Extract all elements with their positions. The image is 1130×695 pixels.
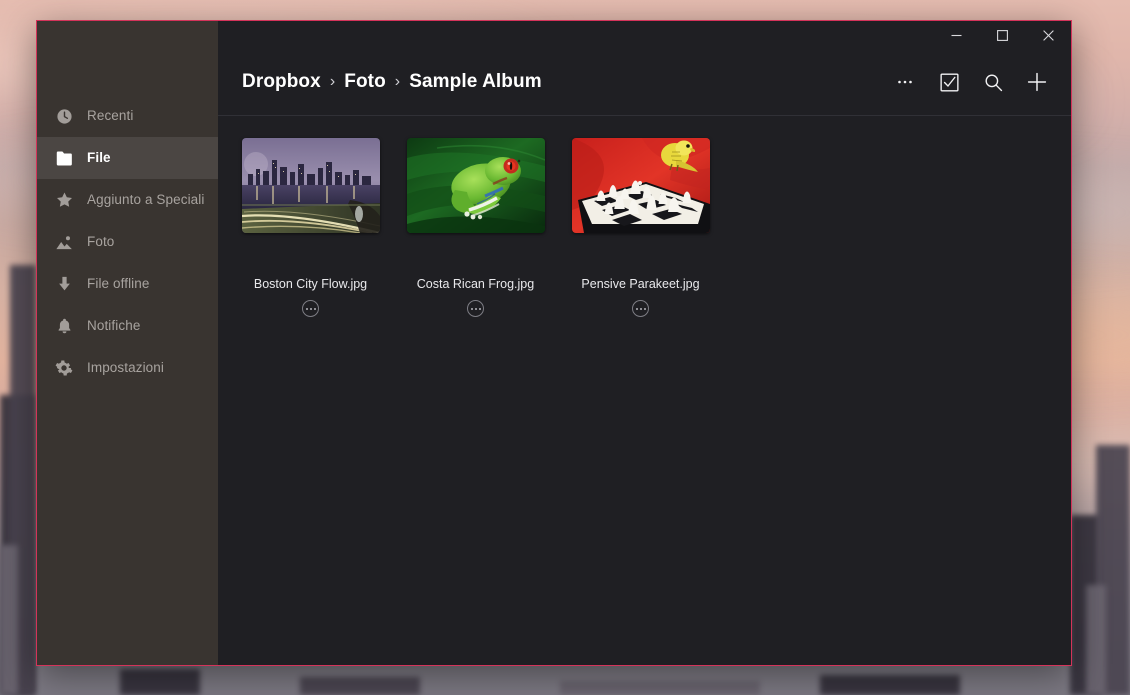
content-area: Dropbox › Foto › Sample Album Boston Cit… [218,21,1071,665]
sidebar-item-aggiunto-a-speciali[interactable]: Aggiunto a Speciali [37,179,218,221]
folder-icon [52,150,76,167]
search-button[interactable] [971,60,1015,104]
sidebar-item-label: Notifiche [87,318,141,334]
maximize-button[interactable] [979,21,1025,49]
title-bar [218,21,1071,49]
sidebar-item-recenti[interactable]: Recenti [37,95,218,137]
file-more-options-icon[interactable] [632,300,649,317]
wallpaper-building [10,265,36,695]
file-more-options-icon[interactable] [302,300,319,317]
sidebar-item-impostazioni[interactable]: Impostazioni [37,347,218,389]
wallpaper-building [0,545,18,695]
ellipsis-icon [898,80,912,84]
wallpaper-building [0,395,34,695]
clock-icon [52,108,76,125]
star-icon [52,191,76,209]
file-thumbnail[interactable] [571,138,710,233]
gear-icon [52,359,76,377]
desktop-wallpaper: Recenti File Aggiunto a Speciali Foto Fi… [0,0,1130,695]
sidebar-item-label: Impostazioni [87,360,164,376]
sidebar-item-file-offline[interactable]: File offline [37,263,218,305]
wallpaper-building [1096,445,1130,695]
more-options-button[interactable] [883,60,927,104]
minimize-button[interactable] [933,21,979,49]
sidebar-item-label: Foto [87,234,115,250]
download-arrow-icon [52,275,76,293]
parakeet-on-chessboard-image [571,138,710,233]
green-tree-frog-on-leaf-image [406,138,545,233]
wallpaper-building [300,677,420,695]
header-bar: Dropbox › Foto › Sample Album [218,49,1071,116]
search-icon [984,73,1002,91]
breadcrumb-item-sample-album[interactable]: Sample Album [409,71,541,93]
wallpaper-building [560,681,760,695]
close-button[interactable] [1025,21,1071,49]
boston-city-night-skyline-image [241,138,380,233]
wallpaper-building [1070,515,1100,695]
file-name: Costa Rican Frog.jpg [416,277,535,291]
file-name: Boston City Flow.jpg [253,277,368,291]
add-button[interactable] [1015,60,1059,104]
sidebar-item-label: Recenti [87,108,134,124]
sidebar-item-label: File [87,150,111,166]
dropbox-app-window: Recenti File Aggiunto a Speciali Foto Fi… [36,20,1072,666]
sidebar-item-foto[interactable]: Foto [37,221,218,263]
file-tile[interactable]: Costa Rican Frog.jpg [393,138,558,317]
file-thumbnail[interactable] [241,138,380,233]
plus-icon [1027,72,1047,92]
bell-icon [52,317,76,335]
breadcrumb-item-foto[interactable]: Foto [344,71,386,93]
file-tile[interactable]: Pensive Parakeet.jpg [558,138,723,317]
breadcrumb-separator-icon: › [394,73,401,90]
wallpaper-building [120,669,200,695]
file-thumbnail[interactable] [406,138,545,233]
wallpaper-building [1086,585,1106,695]
sidebar-item-notifiche[interactable]: Notifiche [37,305,218,347]
sidebar-item-file[interactable]: File [37,137,218,179]
breadcrumb-item-dropbox[interactable]: Dropbox [242,71,321,93]
checkbox-check-icon [939,72,959,92]
file-more-options-icon[interactable] [467,300,484,317]
file-name: Pensive Parakeet.jpg [581,277,700,291]
file-grid: Boston City Flow.jpg Costa Rican Frog.jp… [218,116,1071,665]
breadcrumb: Dropbox › Foto › Sample Album [242,71,883,93]
wallpaper-building [820,675,960,695]
file-tile[interactable]: Boston City Flow.jpg [228,138,393,317]
sidebar: Recenti File Aggiunto a Speciali Foto Fi… [37,21,218,665]
toolbar [883,60,1059,104]
select-button[interactable] [927,60,971,104]
breadcrumb-separator-icon: › [329,73,336,90]
sidebar-item-label: File offline [87,276,150,292]
sidebar-item-label: Aggiunto a Speciali [87,192,205,208]
photo-icon [52,234,76,251]
